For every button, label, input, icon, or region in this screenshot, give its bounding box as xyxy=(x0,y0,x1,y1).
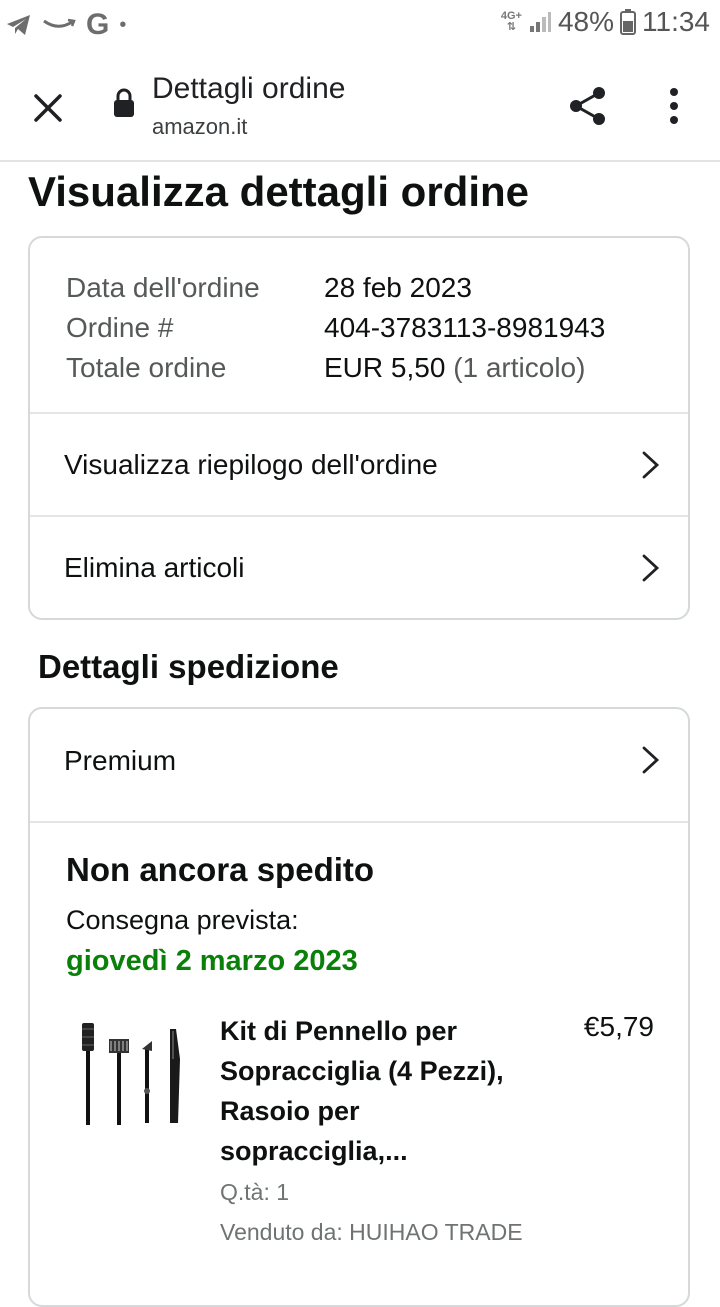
battery-percent: 48% xyxy=(557,6,614,37)
order-date-value: 28 feb 2023 xyxy=(324,272,472,303)
order-summary-card: Data dell'ordine 28 feb 2023 Ordine # 40… xyxy=(28,236,690,620)
order-item-count: (1 articolo) xyxy=(453,352,586,383)
shipping-section-title: Dettagli spedizione xyxy=(38,648,339,685)
shipment-status: Non ancora spedito xyxy=(66,851,375,888)
delete-items-link[interactable]: Elimina articoli xyxy=(30,515,688,618)
delete-items-label: Elimina articoli xyxy=(64,551,245,583)
order-info: Data dell'ordine 28 feb 2023 Ordine # 40… xyxy=(66,268,605,388)
product-price: €5,79 xyxy=(583,1011,654,1042)
page-title: Visualizza dettagli ordine xyxy=(28,168,530,215)
product-seller: Venduto da: HUIHAO TRADE xyxy=(220,1219,523,1245)
order-total-label: Totale ordine xyxy=(66,352,227,383)
order-number-value: 404-3783113-8981943 xyxy=(324,312,606,343)
status-bar-system: 4G+ ⇅ 48% 11:34 xyxy=(501,6,710,38)
battery-icon xyxy=(620,9,636,35)
close-icon[interactable] xyxy=(28,88,68,128)
telegram-icon xyxy=(7,15,30,35)
clock: 11:34 xyxy=(642,6,710,37)
network-indicator: 4G+ ⇅ xyxy=(500,10,522,33)
amazon-smile-icon xyxy=(43,18,76,28)
order-total-value: EUR 5,50 (1 articolo) xyxy=(324,348,585,388)
chevron-right-icon xyxy=(642,746,660,774)
delivery-estimate-label: Consegna prevista: xyxy=(66,905,299,935)
chevron-right-icon xyxy=(642,554,660,582)
shipment-card: Premium Non ancora spedito Consegna prev… xyxy=(28,707,690,1307)
order-date-label: Data dell'ordine xyxy=(66,272,260,303)
divider xyxy=(30,821,688,823)
product-quantity: Q.tà: 1 xyxy=(220,1179,290,1205)
delivery-estimate-date: giovedì 2 marzo 2023 xyxy=(66,945,358,977)
browser-toolbar: Dettagli ordine amazon.it xyxy=(0,54,720,162)
shipping-method-link[interactable]: Premium xyxy=(30,709,688,812)
status-bar-notifications: G • xyxy=(6,8,126,42)
order-number-row: Ordine # 404-3783113-8981943 xyxy=(66,308,605,348)
status-bar: G • 4G+ ⇅ 48% 11:34 xyxy=(0,0,720,50)
shipping-method-label: Premium xyxy=(64,744,177,776)
product-image[interactable] xyxy=(72,1019,184,1129)
order-date-row: Data dell'ordine 28 feb 2023 xyxy=(66,268,605,308)
more-options-icon[interactable] xyxy=(660,86,688,126)
google-icon: G xyxy=(86,8,110,41)
dot-icon: • xyxy=(119,13,127,36)
product-title-link[interactable]: Kit di Pennello per Sopracciglia (4 Pezz… xyxy=(220,1011,550,1171)
view-order-summary-link[interactable]: Visualizza riepilogo dell'ordine xyxy=(30,412,688,515)
lock-icon xyxy=(114,88,134,117)
order-number-label: Ordine # xyxy=(66,312,174,343)
page-tab-title: Dettagli ordine xyxy=(152,72,346,105)
view-order-summary-label: Visualizza riepilogo dell'ordine xyxy=(64,448,438,480)
url-display[interactable]: amazon.it xyxy=(152,114,247,140)
order-total-amount: EUR 5,50 xyxy=(324,352,446,383)
share-icon[interactable] xyxy=(566,84,610,128)
chevron-right-icon xyxy=(642,451,660,479)
order-total-row: Totale ordine EUR 5,50 (1 articolo) xyxy=(66,348,605,388)
signal-icon xyxy=(529,12,551,32)
